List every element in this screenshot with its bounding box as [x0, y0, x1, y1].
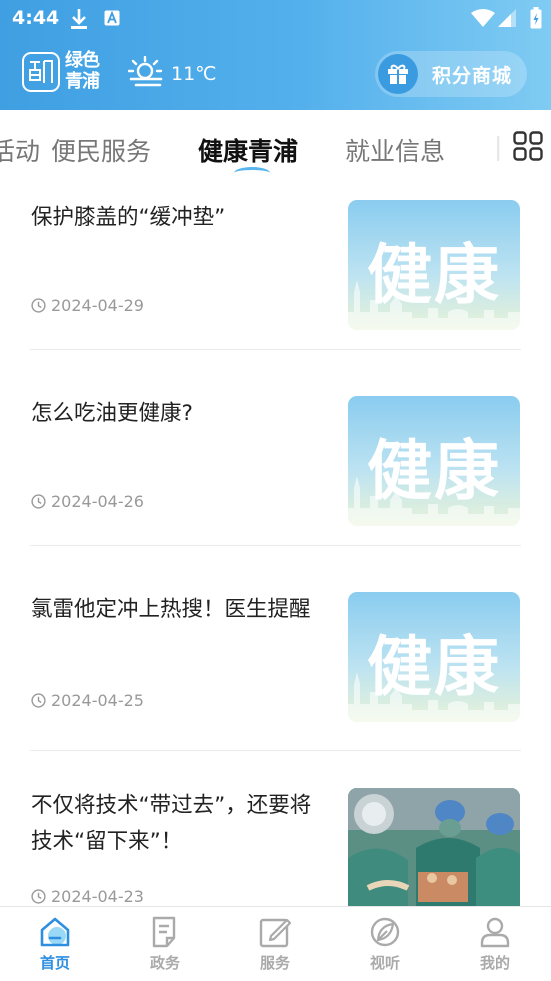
article-date-text: 2024-04-23	[51, 887, 144, 906]
clock-icon	[31, 693, 46, 708]
bottom-navigation: 首页 政务 服务 视听 我的	[0, 906, 551, 981]
points-mall-button[interactable]: 积分商城	[375, 51, 527, 97]
logo-text-line1: 绿色	[65, 50, 100, 71]
home-icon	[40, 917, 70, 947]
article-date: 2024-04-25	[31, 691, 144, 710]
wifi-icon	[471, 9, 495, 27]
article-item[interactable]: 氯雷他定冲上热搜！医生提醒 2024-04-25 健康	[30, 592, 521, 722]
article-thumbnail-text: 健康	[366, 434, 501, 509]
grid-icon	[513, 131, 543, 161]
article-item[interactable]: 保护膝盖的“缓冲垫” 2024-04-29 健康	[30, 200, 521, 330]
a-icon	[104, 10, 120, 26]
article-title: 怎么吃油更健康?	[31, 401, 193, 426]
nav-government-label: 政务	[149, 954, 180, 972]
article-thumbnail: 健康	[348, 200, 520, 330]
tab-convenience-services[interactable]: 便民服务	[51, 132, 151, 168]
temperature: 11℃	[171, 63, 217, 85]
tab-partial-left[interactable]: 活动	[0, 132, 40, 168]
clock-icon	[31, 494, 46, 509]
edit-icon	[259, 918, 291, 948]
tab-employment-info[interactable]: 就业信息	[345, 132, 445, 168]
logo-seal-icon	[22, 52, 60, 92]
active-tab-indicator	[234, 167, 270, 179]
battery-icon	[530, 7, 542, 29]
article-date-text: 2024-04-29	[51, 296, 144, 315]
article-title: 不仅将技术“带过去”，还要将技术“留下来”！	[31, 793, 312, 854]
tabs-fade	[470, 110, 505, 184]
article-list[interactable]: 保护膝盖的“缓冲垫” 2024-04-29 健康 怎么吃油更健康? 2024-0…	[0, 184, 551, 906]
article-photo	[348, 788, 520, 906]
nav-services-label: 服务	[259, 954, 290, 972]
leaf-icon	[370, 917, 400, 947]
signal-icon	[498, 9, 516, 27]
download-icon	[71, 9, 87, 29]
article-thumbnail-text: 健康	[366, 630, 501, 705]
article-date: 2024-04-26	[31, 492, 144, 511]
article-thumbnail: 健康	[348, 592, 520, 722]
nav-media[interactable]: 视听	[330, 907, 440, 981]
nav-media-label: 视听	[369, 954, 400, 972]
tab-healthy-qingpu[interactable]: 健康青浦	[198, 132, 298, 168]
logo-text: 绿色 青浦	[65, 50, 100, 92]
divider	[30, 545, 521, 546]
document-icon	[152, 916, 176, 948]
nav-services[interactable]: 服务	[220, 907, 330, 981]
partly-sunny-icon	[128, 56, 163, 87]
article-date-text: 2024-04-25	[51, 691, 144, 710]
divider	[30, 750, 521, 751]
article-item[interactable]: 怎么吃油更健康? 2024-04-26 健康	[30, 396, 521, 526]
nav-home[interactable]: 首页	[0, 907, 110, 981]
article-thumbnail: 健康	[348, 396, 520, 526]
article-date-text: 2024-04-26	[51, 492, 144, 511]
gift-icon	[378, 54, 418, 94]
nav-profile[interactable]: 我的	[440, 907, 550, 981]
status-bar: 4:44	[0, 0, 551, 38]
article-date: 2024-04-23	[31, 887, 144, 906]
clock-icon	[31, 889, 46, 904]
divider	[30, 349, 521, 350]
category-tabs: 活动 便民服务 健康青浦 就业信息 |	[0, 110, 551, 184]
article-title: 保护膝盖的“缓冲垫”	[31, 205, 226, 230]
app-header: 4:44 绿色 青浦 11℃ 积分商城	[0, 0, 551, 110]
points-mall-label: 积分商城	[432, 64, 513, 87]
status-time: 4:44	[12, 7, 60, 29]
logo-text-line2: 青浦	[65, 71, 100, 92]
user-icon	[480, 917, 510, 948]
article-title: 氯雷他定冲上热搜！医生提醒	[31, 597, 311, 622]
nav-profile-label: 我的	[479, 954, 510, 972]
all-channels-button[interactable]	[505, 110, 551, 184]
clock-icon	[31, 298, 46, 313]
app-logo: 绿色 青浦	[22, 50, 108, 96]
nav-government[interactable]: 政务	[110, 907, 220, 981]
nav-home-label: 首页	[39, 954, 70, 972]
article-date: 2024-04-29	[31, 296, 144, 315]
article-thumbnail-text: 健康	[366, 238, 501, 313]
article-item[interactable]: 不仅将技术“带过去”，还要将技术“留下来”！ 2024-04-23	[30, 788, 521, 906]
